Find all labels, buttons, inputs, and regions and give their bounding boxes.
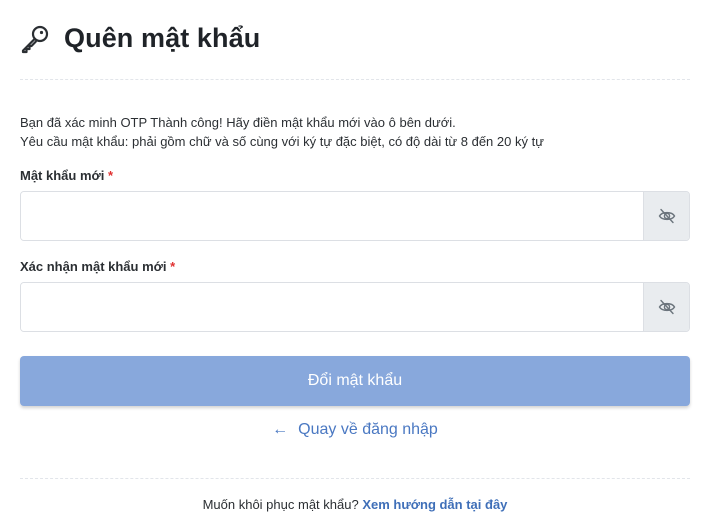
new-password-input-group <box>20 191 690 241</box>
confirm-password-label: Xác nhận mật khẩu mới * <box>20 259 690 274</box>
page-header: Quên mật khẩu <box>20 0 690 80</box>
required-mark: * <box>108 168 114 183</box>
new-password-field: Mật khẩu mới * <box>20 168 690 241</box>
arrow-left-icon: ← <box>272 421 289 438</box>
eye-slash-icon <box>658 208 675 224</box>
required-mark: * <box>170 259 176 274</box>
toggle-new-password-visibility-button[interactable] <box>643 192 689 240</box>
footer-text: Muốn khôi phục mật khẩu? <box>202 497 359 512</box>
confirm-password-input[interactable] <box>21 283 643 331</box>
new-password-input[interactable] <box>21 192 643 240</box>
intro-text: Bạn đã xác minh OTP Thành công! Hãy điền… <box>20 113 690 151</box>
page-title: Quên mật khẩu <box>64 23 261 53</box>
toggle-confirm-password-visibility-button[interactable] <box>643 283 689 331</box>
forgot-password-page: Quên mật khẩu Bạn đã xác minh OTP Thành … <box>0 0 708 525</box>
divider <box>20 478 690 479</box>
back-to-login-label: Quay về đăng nhập <box>298 421 438 438</box>
intro-line-requirements: Yêu cầu mật khẩu: phải gồm chữ và số cùn… <box>20 134 544 149</box>
key-icon <box>20 24 50 54</box>
new-password-label: Mật khẩu mới * <box>20 168 690 183</box>
footer-help: Muốn khôi phục mật khẩu? Xem hướng dẫn t… <box>20 497 690 512</box>
intro-line-otp: Bạn đã xác minh OTP Thành công! Hãy điền… <box>20 115 456 130</box>
confirm-password-field: Xác nhận mật khẩu mới * <box>20 259 690 332</box>
eye-slash-icon <box>658 299 675 315</box>
help-guide-link[interactable]: Xem hướng dẫn tại đây <box>362 497 507 512</box>
change-password-button[interactable]: Đổi mật khẩu <box>20 356 690 406</box>
confirm-password-input-group <box>20 282 690 332</box>
confirm-password-label-text: Xác nhận mật khẩu mới <box>20 259 167 274</box>
back-to-login-link[interactable]: ← Quay về đăng nhập <box>20 421 690 439</box>
new-password-label-text: Mật khẩu mới <box>20 168 105 183</box>
